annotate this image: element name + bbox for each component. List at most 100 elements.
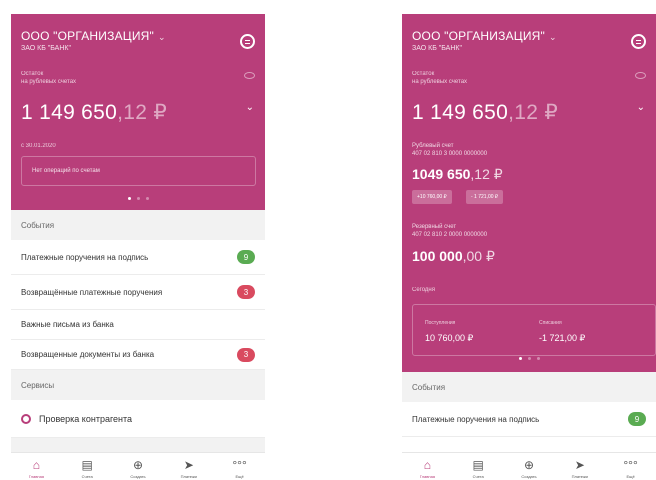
chevron-down-icon: ⌄ bbox=[158, 32, 166, 42]
tab-create[interactable]: ⊕ Создать bbox=[118, 458, 158, 479]
reserve-account-balance: 100 000,00 ₽ bbox=[412, 248, 495, 265]
document-icon: ▤ bbox=[81, 458, 93, 472]
balance-header: ООО "ОРГАНИЗАЦИЯ" ⌄ ЗАО КБ "БАНК" Остаток… bbox=[402, 14, 656, 372]
home-icon: ⌂ bbox=[423, 458, 432, 472]
balance-label-line1: Остаток bbox=[412, 71, 435, 77]
tab-label: Счета bbox=[472, 474, 484, 479]
tab-label: Создать bbox=[521, 474, 537, 479]
more-icon: °°° bbox=[623, 458, 638, 472]
organization-name: ООО "ОРГАНИЗАЦИЯ" bbox=[21, 29, 155, 43]
income-label: Поступления bbox=[425, 320, 456, 326]
tab-accounts[interactable]: ▤ Счета bbox=[67, 458, 107, 479]
reserve-account-label: Резервный счет 407 02 810 2 0000 0000000 bbox=[412, 223, 487, 239]
chat-icon[interactable] bbox=[240, 34, 255, 49]
tab-label: Счета bbox=[81, 474, 93, 479]
events-section-title: События bbox=[402, 372, 656, 402]
events-section-title: События bbox=[11, 210, 265, 240]
bank-name: ЗАО КБ "БАНК" bbox=[412, 45, 462, 52]
count-badge: 3 bbox=[237, 285, 255, 299]
today-summary: Поступления 10 760,00 ₽ Списания -1 721,… bbox=[412, 304, 656, 356]
bottom-tab-bar: ⌂ Главная ▤ Счета ⊕ Создать ➤ Платежи °°° Ещё bbox=[11, 452, 265, 480]
account-integer: 100 000 bbox=[412, 248, 463, 264]
today-label: Сегодня bbox=[412, 287, 435, 293]
count-badge: 3 bbox=[237, 347, 255, 362]
tab-payments[interactable]: ➤ Платежи bbox=[560, 458, 600, 479]
tab-more[interactable]: °°° Ещё bbox=[611, 458, 651, 479]
event-row[interactable]: Возвращённые платежные поручения 3 bbox=[11, 275, 265, 310]
tab-label: Главная bbox=[28, 474, 44, 479]
balance-integer: 1 149 650 bbox=[21, 101, 118, 124]
balance-fraction: ,12 ₽ bbox=[508, 101, 559, 124]
event-row[interactable]: Возвращенные документы из банка 3 bbox=[11, 340, 265, 370]
more-icon: °°° bbox=[232, 458, 247, 472]
balance-label-line2: на рублевых счетах bbox=[412, 79, 468, 85]
count-badge: 9 bbox=[628, 412, 646, 426]
organization-name: ООО "ОРГАНИЗАЦИЯ" bbox=[412, 29, 546, 43]
account-name: Резервный счет bbox=[412, 224, 457, 230]
organization-selector[interactable]: ООО "ОРГАНИЗАЦИЯ" ⌄ bbox=[21, 29, 166, 43]
tab-more[interactable]: °°° Ещё bbox=[220, 458, 260, 479]
services-section-title: Сервисы bbox=[11, 370, 265, 400]
screen: ООО "ОРГАНИЗАЦИЯ" ⌄ ЗАО КБ "БАНК" Остаток… bbox=[0, 0, 656, 480]
event-row[interactable]: Платежные поручения на подпись 9 bbox=[402, 402, 656, 437]
outcome-value: -1 721,00 ₽ bbox=[539, 333, 586, 343]
search-icon bbox=[21, 413, 31, 424]
bank-name: ЗАО КБ "БАНК" bbox=[21, 45, 71, 52]
total-balance: 1 149 650,12 ₽ bbox=[21, 100, 167, 125]
balance-header: ООО "ОРГАНИЗАЦИЯ" ⌄ ЗАО КБ "БАНК" Остаток… bbox=[11, 14, 265, 210]
tab-home[interactable]: ⌂ Главная bbox=[407, 458, 447, 479]
since-date: с 30.01.2020 bbox=[21, 143, 56, 149]
carousel-dots bbox=[402, 357, 656, 360]
account-name: Рублевый счет bbox=[412, 143, 454, 149]
expand-chevron-icon[interactable]: ⌄ bbox=[246, 102, 254, 113]
document-icon: ▤ bbox=[472, 458, 484, 472]
tab-home[interactable]: ⌂ Главная bbox=[16, 458, 56, 479]
expand-chevron-icon[interactable]: ⌄ bbox=[637, 102, 645, 113]
eye-icon[interactable] bbox=[244, 72, 255, 79]
outcome-label: Списания bbox=[539, 320, 562, 326]
send-icon: ➤ bbox=[574, 458, 585, 472]
tab-label: Платежи bbox=[571, 474, 588, 479]
account-number: 407 02 810 2 0000 0000000 bbox=[412, 232, 488, 238]
chevron-down-icon: ⌄ bbox=[549, 32, 557, 42]
balance-label: Остаток на рублевых счетах bbox=[21, 70, 76, 86]
tab-label: Платежи bbox=[180, 474, 197, 479]
tab-label: Главная bbox=[419, 474, 435, 479]
chat-icon[interactable] bbox=[631, 34, 646, 49]
balance-integer: 1 149 650 bbox=[412, 101, 509, 124]
balance-label-line2: на рублевых счетах bbox=[21, 79, 77, 85]
event-label: Платежные поручения на подпись bbox=[412, 414, 540, 424]
account-number: 407 02 810 3 0000 0000000 bbox=[412, 151, 488, 157]
counterparty-check-row[interactable]: Проверка контрагента bbox=[11, 400, 265, 438]
event-label: Возвращённые платежные поручения bbox=[21, 287, 163, 297]
tab-create[interactable]: ⊕ Создать bbox=[509, 458, 549, 479]
tab-label: Ещё bbox=[626, 474, 635, 479]
home-icon: ⌂ bbox=[32, 458, 41, 472]
plus-icon: ⊕ bbox=[132, 458, 144, 472]
tab-accounts[interactable]: ▤ Счета bbox=[458, 458, 498, 479]
phone-screen-main: ООО "ОРГАНИЗАЦИЯ" ⌄ ЗАО КБ "БАНК" Остаток… bbox=[11, 14, 265, 480]
balance-fraction: ,12 ₽ bbox=[117, 101, 168, 124]
ruble-account-balance: 1049 650,12 ₽ bbox=[412, 166, 503, 183]
income-chip: +10 760,00 ₽ bbox=[412, 190, 452, 204]
tab-payments[interactable]: ➤ Платежи bbox=[169, 458, 209, 479]
account-integer: 1049 650 bbox=[412, 166, 471, 182]
event-row[interactable]: Важные письма из банка bbox=[11, 310, 265, 340]
eye-icon[interactable] bbox=[635, 72, 646, 79]
event-label: Платежные поручения на подпись bbox=[21, 252, 149, 262]
total-balance: 1 149 650,12 ₽ bbox=[412, 100, 558, 125]
event-label: Возвращенные документы из банка bbox=[21, 350, 155, 359]
carousel-dots bbox=[11, 197, 265, 200]
account-fraction: ,00 ₽ bbox=[462, 248, 495, 264]
send-icon: ➤ bbox=[183, 458, 194, 472]
account-fraction: ,12 ₽ bbox=[470, 166, 503, 182]
tab-label: Создать bbox=[130, 474, 146, 479]
phone-screen-expanded: ООО "ОРГАНИЗАЦИЯ" ⌄ ЗАО КБ "БАНК" Остаток… bbox=[402, 14, 656, 480]
event-row[interactable]: Платежные поручения на подпись 9 bbox=[11, 240, 265, 275]
service-label: Проверка контрагента bbox=[39, 413, 133, 424]
organization-selector[interactable]: ООО "ОРГАНИЗАЦИЯ" ⌄ bbox=[412, 29, 557, 43]
balance-label: Остаток на рублевых счетах bbox=[412, 70, 467, 86]
balance-label-line1: Остаток bbox=[21, 71, 44, 77]
tab-label: Ещё bbox=[235, 474, 244, 479]
no-operations-box: Нет операций по счетам bbox=[21, 156, 256, 186]
